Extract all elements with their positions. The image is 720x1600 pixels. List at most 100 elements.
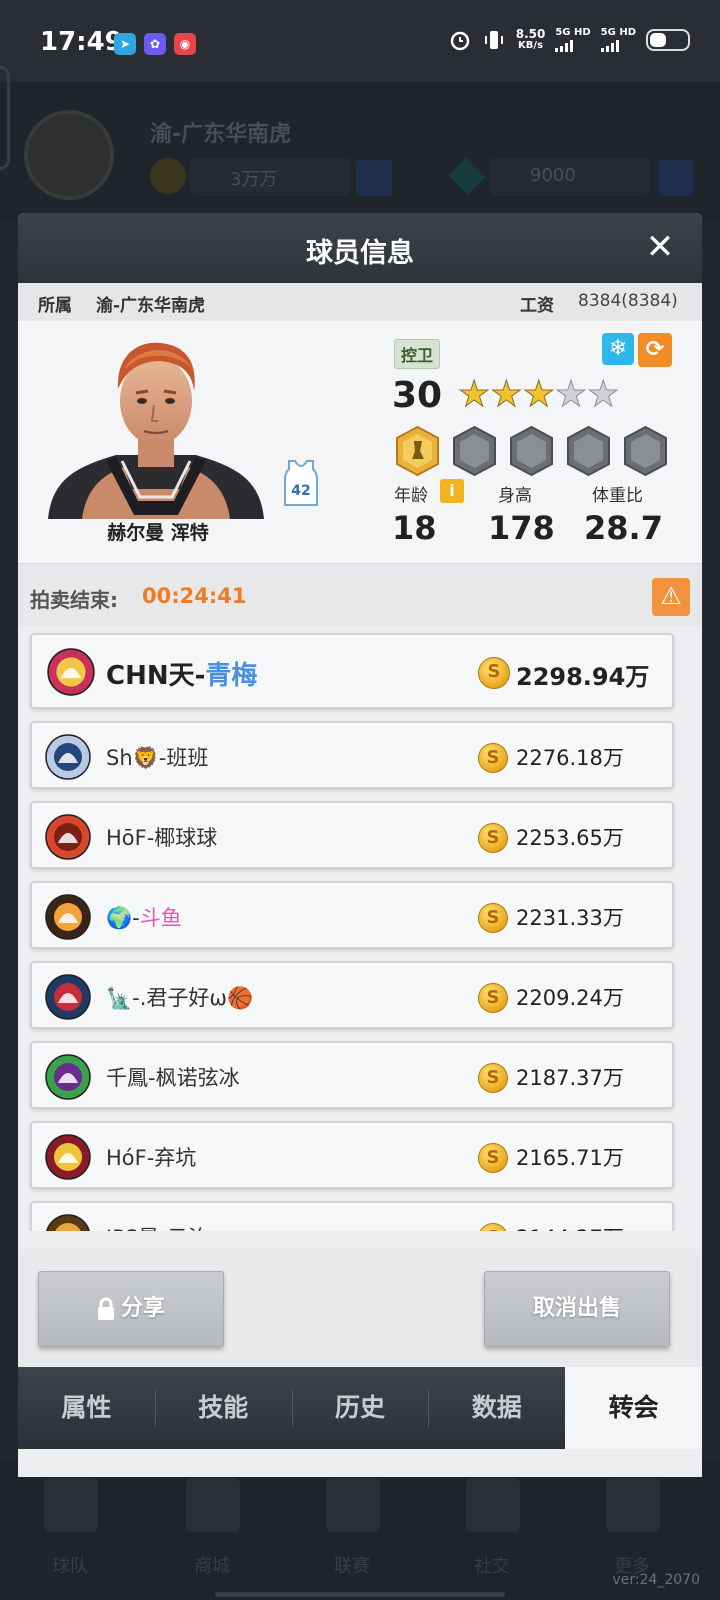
bid-row[interactable]: 🌍-斗鱼 S 2231.33万: [30, 881, 674, 949]
swap-icon[interactable]: ⟳: [638, 333, 672, 367]
jersey-icon: 42: [284, 460, 318, 506]
skill-badge-empty-icon[interactable]: [451, 425, 498, 477]
team-logo-icon: [44, 1213, 92, 1231]
network-speed: 8.50 KB/s: [515, 27, 546, 51]
weight-value: 28.7: [584, 509, 663, 547]
snowflake-icon[interactable]: ❄: [602, 333, 634, 365]
bidder-nickname: 班班: [166, 746, 209, 770]
team-name: 渝-广东华南虎: [96, 296, 206, 316]
player-portrait[interactable]: [46, 329, 266, 519]
coin-icon: S: [478, 983, 508, 1013]
tab-4[interactable]: 转会: [565, 1367, 702, 1449]
cancel-sale-button[interactable]: 取消出售: [484, 1271, 670, 1347]
background-nav-icon: [466, 1478, 520, 1532]
background-gems: 9000: [490, 158, 650, 196]
bid-amount: 2209.24万: [516, 986, 624, 1010]
bid-row[interactable]: HōF-椰球球 S 2253.65万: [30, 801, 674, 869]
home-indicator[interactable]: [215, 1592, 505, 1597]
lock-icon: [97, 1297, 114, 1320]
bidder-club-prefix: Sh🦁-: [106, 746, 167, 770]
team-logo-icon: [44, 813, 92, 861]
bidder-name: JPS景-云汐: [106, 1222, 209, 1231]
tab-2[interactable]: 历史: [291, 1367, 429, 1449]
bid-amount: 2231.33万: [516, 906, 624, 930]
bidder-name: HóF-弃坑: [106, 1142, 196, 1172]
team-logo-icon: [44, 973, 92, 1021]
coin-icon: S: [478, 1223, 508, 1231]
status-bar: 17:49 ➤ ✿ ◉ 8.50 KB/s 5G HD 5G HD: [0, 0, 720, 82]
background-team-name: 渝-广东华南虎: [150, 122, 292, 147]
bid-amount: 2187.37万: [516, 1066, 624, 1090]
star-filled-icon: ★: [522, 374, 555, 415]
coin-icon: S: [478, 657, 510, 689]
info-icon[interactable]: i: [440, 479, 464, 503]
bid-row[interactable]: 🗽-.君子好ω🏀 S 2209.24万: [30, 961, 674, 1029]
bidder-nickname: 青梅: [205, 661, 258, 691]
tab-1[interactable]: 技能: [154, 1367, 292, 1449]
bid-row[interactable]: Sh🦁-班班 S 2276.18万: [30, 721, 674, 789]
height-value: 178: [488, 509, 555, 547]
bidder-name: Sh🦁-班班: [106, 742, 208, 772]
bid-list[interactable]: CHN天-青梅 S 2298.94万 Sh🦁-班班 S 2276.18万 HōF-椰球球 S 2…: [18, 627, 702, 1231]
battery-icon: [646, 29, 690, 51]
bid-amount: 2144.27万: [516, 1222, 624, 1231]
background-coin-icon: [150, 158, 186, 194]
telegram-icon: ➤: [114, 33, 136, 55]
clock: 17:49: [40, 27, 123, 57]
coin-icon: S: [478, 743, 508, 773]
bidder-club-prefix: 千鳳-: [106, 1066, 156, 1090]
age-label: 年龄: [394, 486, 428, 506]
background-nav-icon: [44, 1478, 98, 1532]
bidder-nickname: 椰球球: [154, 826, 218, 850]
skill-badge-gold-icon[interactable]: [394, 425, 441, 477]
coin-icon: S: [478, 823, 508, 853]
bid-row[interactable]: HóF-弃坑 S 2165.71万: [30, 1121, 674, 1189]
team-logo-icon: [44, 1053, 92, 1101]
modal-header: 球员信息 ✕: [18, 213, 702, 283]
team-logo-icon: [44, 893, 92, 941]
player-name: 赫尔曼 浑特: [107, 522, 209, 544]
star-filled-icon: ★: [490, 374, 523, 415]
version-label: ver:24_2070: [612, 1572, 700, 1588]
bidder-club-prefix: CHN天-: [106, 661, 206, 691]
bidder-nickname: .君子好ω🏀: [139, 986, 254, 1010]
bidder-club-prefix: 🌍-: [106, 906, 140, 930]
signal-icon-2: 5G HD: [600, 28, 636, 52]
bidder-nickname: 斗鱼: [139, 906, 182, 930]
bid-amount: 2276.18万: [516, 746, 624, 770]
tab-0[interactable]: 属性: [18, 1367, 155, 1449]
alarm-icon: [448, 28, 472, 52]
bidder-club-prefix: 🗽-: [106, 986, 140, 1010]
bidder-name: HōF-椰球球: [106, 822, 217, 852]
bidder-name: 千鳳-枫诺弦冰: [106, 1062, 240, 1092]
signal-icon: 5G HD: [555, 28, 591, 52]
background-nav-label: 商城: [194, 1556, 230, 1577]
skill-badge-empty-icon[interactable]: [565, 425, 612, 477]
bidder-nickname: 枫诺弦冰: [155, 1066, 240, 1090]
salary-value: 8384(8384): [578, 291, 678, 311]
vibrate-icon: [482, 28, 506, 52]
star-rating: ★ ★ ★ ★ ★: [457, 374, 619, 415]
background-nav-icon: [326, 1478, 380, 1532]
bid-amount: 2253.65万: [516, 826, 624, 850]
share-button[interactable]: 分享: [38, 1271, 224, 1347]
tab-3[interactable]: 数据: [428, 1367, 565, 1449]
tab-bar: 属性 技能 历史 数据 转会: [18, 1367, 702, 1449]
skill-badge-empty-icon[interactable]: [622, 425, 669, 477]
background-nav-label: 社交: [474, 1556, 510, 1577]
share-label: 分享: [120, 1296, 165, 1321]
bidder-nickname: 弃坑: [154, 1146, 197, 1170]
bid-row[interactable]: JPS景-云汐 S 2144.27万: [30, 1201, 674, 1231]
warning-icon[interactable]: ⚠: [652, 578, 690, 616]
background-nav-icon: [186, 1478, 240, 1532]
bidder-club-prefix: JPS景-: [106, 1226, 167, 1231]
player-info-modal: 球员信息 ✕ 所属 渝-广东华南虎 工资 8384(8384) 赫尔曼 浑特 4…: [18, 213, 702, 1477]
bid-row[interactable]: CHN天-青梅 S 2298.94万: [30, 633, 674, 709]
team-logo-icon: [44, 1133, 92, 1181]
bid-row[interactable]: 千鳳-枫诺弦冰 S 2187.37万: [30, 1041, 674, 1109]
close-icon[interactable]: ✕: [640, 227, 680, 267]
team-salary-bar: 所属 渝-广东华南虎 工资 8384(8384): [18, 283, 702, 321]
weight-label: 体重比: [592, 486, 643, 506]
skill-badge-empty-icon[interactable]: [508, 425, 555, 477]
bidder-club-prefix: HōF-: [106, 826, 155, 850]
